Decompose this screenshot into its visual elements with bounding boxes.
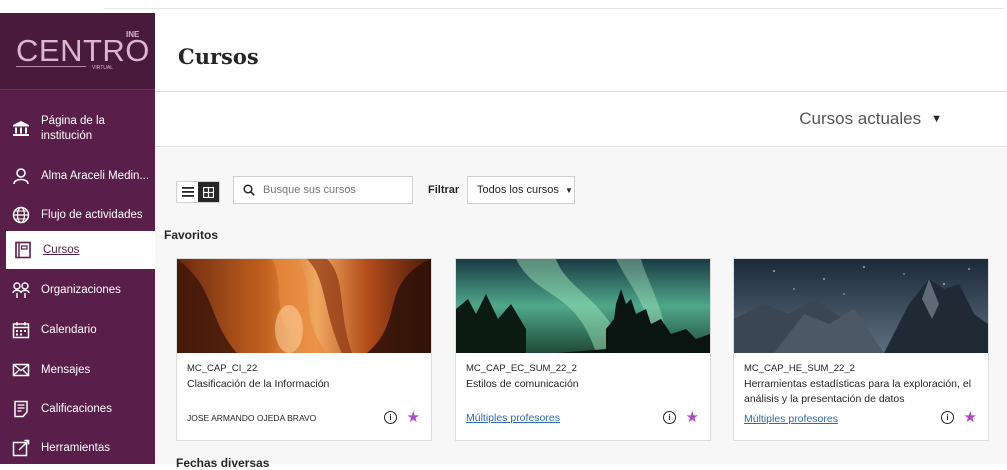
filter-label: Filtrar xyxy=(428,184,460,196)
courses-content: Filtrar Todos los cursos ▼ Favoritos MC_… xyxy=(155,148,1007,470)
user-icon xyxy=(12,167,30,185)
course-name[interactable]: Estilos de comunicación xyxy=(466,377,706,392)
sidebar-item-label: Calendario xyxy=(41,324,97,336)
sidebar-item-activity-stream[interactable]: Flujo de actividades xyxy=(0,196,155,234)
term-band: Cursos actuales ▼ xyxy=(155,92,1007,147)
sidebar-item-grades[interactable]: Calificaciones xyxy=(0,390,155,428)
logo[interactable]: CENTRO INE VIRTUAL xyxy=(0,13,155,90)
instructors-link[interactable]: Múltiples profesores xyxy=(744,413,838,425)
sidebar-item-label: Organizaciones xyxy=(41,284,121,296)
sidebar-item-institution[interactable]: Página de la institución xyxy=(0,106,155,152)
caret-down-icon: ▼ xyxy=(931,113,942,125)
star-icon[interactable]: ★ xyxy=(407,408,420,426)
sidebar: CENTRO INE VIRTUAL Página de la instituc… xyxy=(0,13,155,464)
term-selector[interactable]: Cursos actuales ▼ xyxy=(799,109,942,129)
course-card[interactable]: MC_CAP_EC_SUM_22_2 Estilos de comunicaci… xyxy=(455,258,711,441)
course-image-mountains xyxy=(734,259,988,353)
search-field xyxy=(233,176,413,204)
sidebar-item-label: Mensajes xyxy=(41,364,91,376)
sidebar-item-label: Alma Araceli Medin... xyxy=(41,170,150,182)
sidebar-item-label: Herramientas xyxy=(41,442,111,454)
course-instructor: JOSE ARMANDO OJEDA BRAVO xyxy=(187,413,317,423)
logo-underline xyxy=(16,66,86,67)
sidebar-item-profile[interactable]: Alma Araceli Medin... xyxy=(0,157,155,195)
info-icon[interactable]: i xyxy=(941,411,954,424)
course-name[interactable]: Herramientas estadísticas para la explor… xyxy=(744,377,984,407)
sidebar-item-label: Flujo de actividades xyxy=(41,209,143,221)
sidebar-item-courses[interactable]: Cursos xyxy=(6,231,155,269)
course-name[interactable]: Clasificación de la Información xyxy=(187,377,427,392)
caret-down-icon: ▼ xyxy=(564,185,573,195)
grid-view-button[interactable] xyxy=(198,182,219,202)
page-title: Cursos xyxy=(178,44,259,69)
course-card[interactable]: MC_CAP_HE_SUM_22_2 Herramientas estadíst… xyxy=(733,258,989,441)
sidebar-item-tools[interactable]: Herramientas xyxy=(0,430,155,466)
list-icon xyxy=(181,187,194,197)
star-icon[interactable]: ★ xyxy=(686,408,699,426)
course-code: MC_CAP_CI_22 xyxy=(187,363,258,374)
info-icon[interactable]: i xyxy=(663,411,676,424)
instructors-link[interactable]: Múltiples profesores xyxy=(466,412,560,424)
list-view-button[interactable] xyxy=(177,182,198,202)
course-code: MC_CAP_HE_SUM_22_2 xyxy=(744,363,855,374)
calendar-icon xyxy=(12,321,30,339)
grid-icon xyxy=(203,186,214,198)
sidebar-item-label: Calificaciones xyxy=(41,403,112,415)
term-selector-value: Cursos actuales xyxy=(799,109,922,128)
institution-icon xyxy=(12,120,30,138)
top-border xyxy=(104,8,1004,9)
envelope-icon xyxy=(12,361,30,379)
course-code: MC_CAP_EC_SUM_22_2 xyxy=(466,363,577,374)
course-image-aurora xyxy=(456,259,710,353)
globe-icon xyxy=(12,206,30,224)
star-icon[interactable]: ★ xyxy=(964,408,977,426)
section-heading-dates: Fechas diversas xyxy=(176,456,270,470)
courses-icon xyxy=(14,241,32,259)
sidebar-item-label: Cursos xyxy=(43,244,80,256)
sidebar-item-organizations[interactable]: Organizaciones xyxy=(0,271,155,309)
view-toggle xyxy=(176,181,220,203)
sidebar-item-calendar[interactable]: Calendario xyxy=(0,311,155,349)
course-image-canyon xyxy=(177,259,431,353)
search-icon xyxy=(243,184,255,196)
logo-sub: VIRTUAL xyxy=(92,65,114,71)
sidebar-item-messages[interactable]: Mensajes xyxy=(0,351,155,389)
logo-superscript: INE xyxy=(126,30,140,39)
search-input[interactable] xyxy=(263,184,393,196)
info-icon[interactable]: i xyxy=(384,411,397,424)
course-card[interactable]: MC_CAP_CI_22 Clasificación de la Informa… xyxy=(176,258,432,441)
filter-select[interactable]: Todos los cursos ▼ xyxy=(467,176,575,204)
organizations-icon xyxy=(12,281,30,299)
tools-icon xyxy=(12,439,30,457)
section-heading-favorites: Favoritos xyxy=(164,228,219,242)
grades-icon xyxy=(12,400,30,418)
filter-select-value: Todos los cursos xyxy=(477,184,559,196)
sidebar-item-label: Página de la institución xyxy=(41,115,105,142)
